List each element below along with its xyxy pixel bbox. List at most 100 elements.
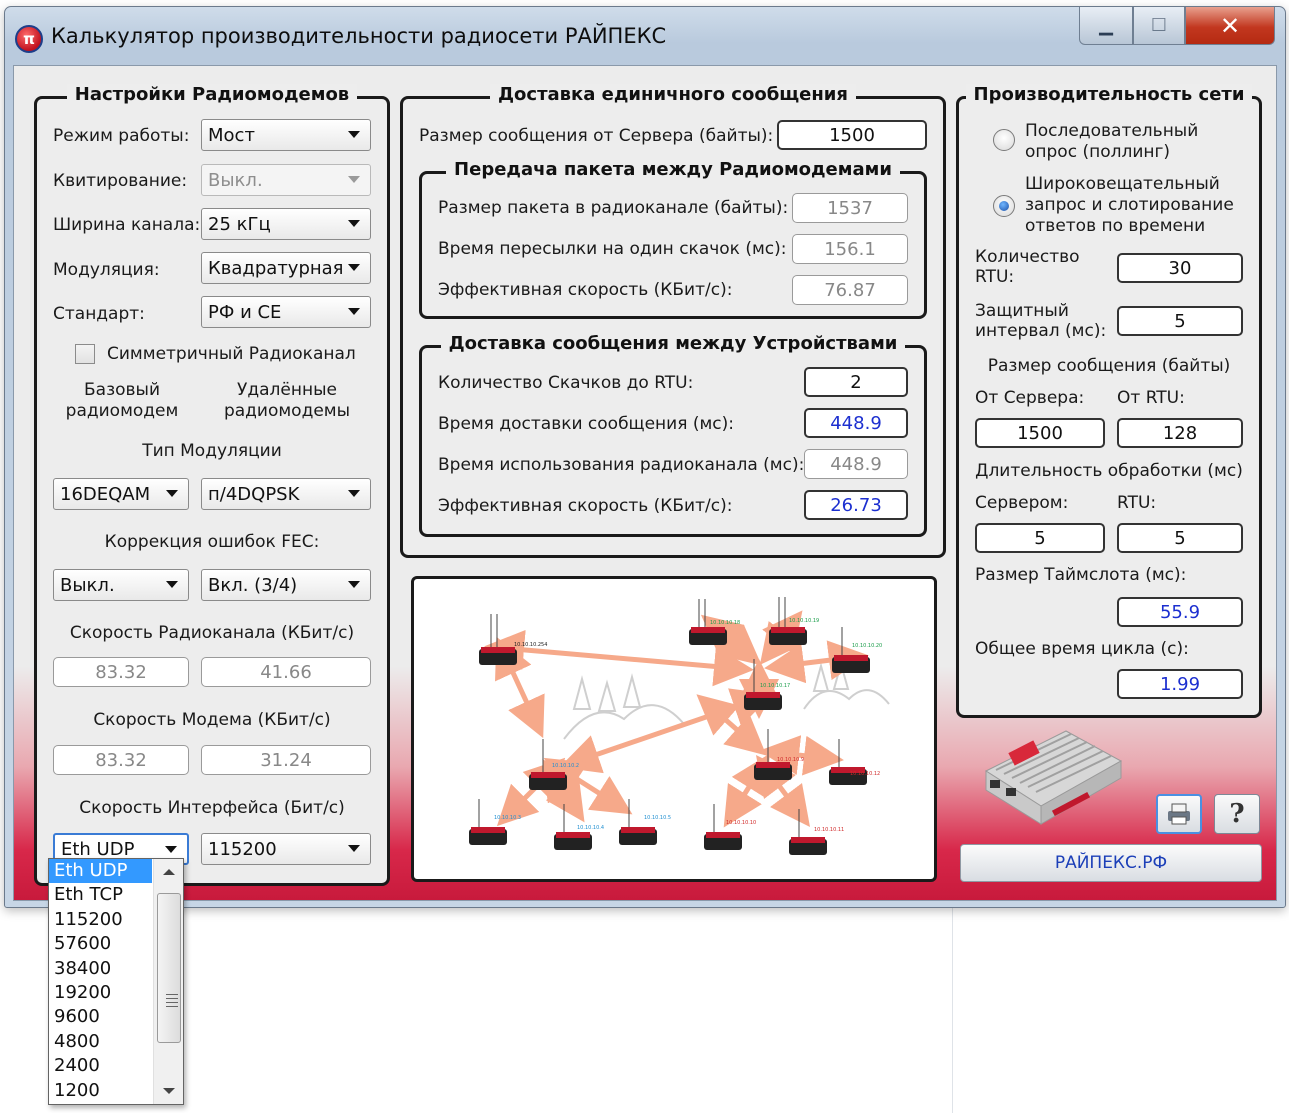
dropdown-option[interactable]: 1200 bbox=[49, 1079, 152, 1103]
title-bar[interactable]: π Калькулятор производительности радиосе… bbox=[5, 7, 1285, 63]
symmetric-checkbox[interactable] bbox=[75, 344, 95, 364]
chevron-down-icon bbox=[166, 490, 178, 497]
packet-transfer-title: Передача пакета между Радиомодемами bbox=[446, 159, 900, 180]
dropdown-option[interactable]: 4800 bbox=[49, 1030, 152, 1054]
dropdown-option[interactable]: 19200 bbox=[49, 981, 152, 1005]
help-button[interactable]: ? bbox=[1214, 794, 1260, 834]
polling-radio[interactable] bbox=[993, 129, 1015, 151]
server-proc-label: Сервером: bbox=[975, 493, 1069, 513]
base-modulation-value: 16DEQAM bbox=[60, 483, 151, 505]
website-label: РАЙПЕКС.РФ bbox=[1054, 853, 1168, 873]
scrollbar-thumb[interactable] bbox=[157, 893, 181, 1043]
background-divider bbox=[952, 905, 953, 1113]
timeslot-label: Размер Таймслота (мс): bbox=[975, 565, 1187, 585]
modulation-label: Модуляция: bbox=[53, 260, 160, 280]
radio-speed-base-field: 83.32 bbox=[53, 657, 189, 687]
dropdown-option[interactable]: 2400 bbox=[49, 1054, 152, 1078]
close-icon: ✕ bbox=[1219, 11, 1241, 40]
symmetric-label: Симметричный Радиоканал bbox=[107, 344, 356, 364]
modem-device-image bbox=[984, 730, 1123, 825]
channel-width-select[interactable]: 25 кГц bbox=[201, 208, 371, 240]
hop-time-label: Время пересылки на один скачок (мс): bbox=[438, 239, 787, 259]
from-server-label: От Сервера: bbox=[975, 388, 1085, 408]
interface-baud-value: 115200 bbox=[208, 838, 277, 860]
from-rtu-label: От RTU: bbox=[1117, 388, 1185, 408]
printer-icon bbox=[1168, 803, 1190, 825]
cycle-time-field: 1.99 bbox=[1117, 669, 1243, 699]
mode-value: Мост bbox=[208, 124, 255, 146]
from-rtu-input[interactable]: 128 bbox=[1117, 418, 1243, 448]
network-diagram-svg: 10.10.10.254 10.10.10.18 10.10.10.19 10.… bbox=[469, 597, 890, 855]
chevron-down-icon bbox=[348, 845, 360, 852]
dropdown-scrollbar[interactable] bbox=[153, 859, 183, 1104]
maximize-button[interactable]: ☐ bbox=[1133, 7, 1185, 45]
dropdown-option[interactable]: 9600 bbox=[49, 1005, 152, 1029]
mode-label: Режим работы: bbox=[53, 126, 190, 146]
base-modem-label: Базовый радиомодем bbox=[65, 380, 179, 421]
window-title: Калькулятор производительности радиосети… bbox=[51, 24, 667, 48]
channel-usage-field: 448.9 bbox=[804, 449, 908, 479]
base-fec-select[interactable]: Выкл. bbox=[53, 569, 189, 601]
hop-time-field: 156.1 bbox=[792, 234, 908, 264]
fec-label: Коррекция ошибок FEC: bbox=[104, 532, 320, 552]
dropdown-option[interactable]: 115200 bbox=[49, 908, 152, 932]
website-button[interactable]: РАЙПЕКС.РФ bbox=[960, 844, 1262, 882]
ack-label: Квитирование: bbox=[53, 171, 188, 191]
app-logo-icon: π bbox=[15, 25, 43, 53]
guard-interval-input[interactable]: 5 bbox=[1117, 306, 1243, 336]
delivery-time-field: 448.9 bbox=[804, 408, 908, 438]
packet-transfer-group: Передача пакета между Радиомодемами Разм… bbox=[419, 159, 927, 319]
msg-size-input[interactable]: 1500 bbox=[777, 120, 927, 150]
msg-size-header: Размер сообщения (байты) bbox=[987, 356, 1231, 376]
ack-select: Выкл. bbox=[201, 164, 371, 196]
radiomodem-settings-title: Настройки Радиомодемов bbox=[66, 84, 358, 105]
interface-baud-select[interactable]: 115200 bbox=[201, 833, 371, 865]
device-delivery-title: Доставка сообщения между Устройствами bbox=[440, 333, 906, 354]
close-button[interactable]: ✕ bbox=[1185, 7, 1275, 45]
dropdown-option[interactable]: 57600 bbox=[49, 932, 152, 956]
radio-speed-label: Скорость Радиоканала (КБит/с) bbox=[69, 623, 355, 643]
standard-select[interactable]: РФ и CE bbox=[201, 296, 371, 328]
address-label: 10.10.10.12 bbox=[850, 771, 880, 777]
chevron-down-icon bbox=[348, 581, 360, 588]
modulation-select[interactable]: Квадратурная bbox=[201, 252, 371, 284]
address-label: 10.10.10.2 bbox=[552, 763, 579, 769]
scroll-up-icon[interactable] bbox=[163, 869, 175, 875]
channel-width-label: Ширина канала: bbox=[53, 215, 201, 235]
single-delivery-title: Доставка единичного сообщения bbox=[490, 84, 856, 105]
address-label: 10.10.10.17 bbox=[760, 683, 790, 689]
broadcast-radio[interactable] bbox=[993, 195, 1015, 217]
base-modulation-select[interactable]: 16DEQAM bbox=[53, 478, 189, 510]
network-diagram: 10.10.10.254 10.10.10.18 10.10.10.19 10.… bbox=[411, 576, 937, 882]
help-icon: ? bbox=[1229, 799, 1245, 829]
dropdown-option[interactable]: Eth UDP bbox=[49, 859, 152, 884]
mode-select[interactable]: Мост bbox=[201, 119, 371, 151]
terrain-art bbox=[563, 660, 890, 740]
device-speed-label: Эффективная скорость (КБит/с): bbox=[438, 496, 733, 516]
standard-label: Стандарт: bbox=[53, 304, 145, 324]
remote-fec-select[interactable]: Вкл. (3/4) bbox=[201, 569, 371, 601]
channel-width-value: 25 кГц bbox=[208, 213, 271, 235]
interface-speed-label: Скорость Интерфейса (Бит/с) bbox=[79, 798, 345, 818]
from-server-input[interactable]: 1500 bbox=[975, 418, 1105, 448]
server-proc-input[interactable]: 5 bbox=[975, 523, 1105, 553]
modem-speed-label: Скорость Модема (КБит/с) bbox=[93, 710, 331, 730]
print-button[interactable] bbox=[1156, 794, 1202, 834]
rtu-count-input[interactable]: 30 bbox=[1117, 253, 1243, 283]
address-label: 10.10.10.10 bbox=[726, 820, 756, 826]
packet-speed-label: Эффективная скорость (КБит/с): bbox=[438, 280, 733, 300]
cycle-time-label: Общее время цикла (с): bbox=[975, 639, 1189, 659]
dropdown-option[interactable]: 38400 bbox=[49, 957, 152, 981]
hops-input[interactable]: 2 bbox=[804, 367, 908, 397]
address-label: 10.10.10.11 bbox=[814, 827, 844, 833]
dropdown-option[interactable]: Eth TCP bbox=[49, 883, 152, 907]
scroll-down-icon[interactable] bbox=[163, 1088, 175, 1094]
processing-header: Длительность обработки (мс) bbox=[975, 461, 1243, 481]
link-arrows bbox=[484, 610, 869, 828]
remote-modulation-select[interactable]: п/4DQPSK bbox=[201, 478, 371, 510]
address-label: 10.10.10.4 bbox=[577, 825, 604, 831]
minimize-button[interactable]: ▁ bbox=[1079, 7, 1133, 45]
rtu-proc-input[interactable]: 5 bbox=[1117, 523, 1243, 553]
chevron-down-icon bbox=[348, 131, 360, 138]
standard-value: РФ и CE bbox=[208, 301, 282, 323]
